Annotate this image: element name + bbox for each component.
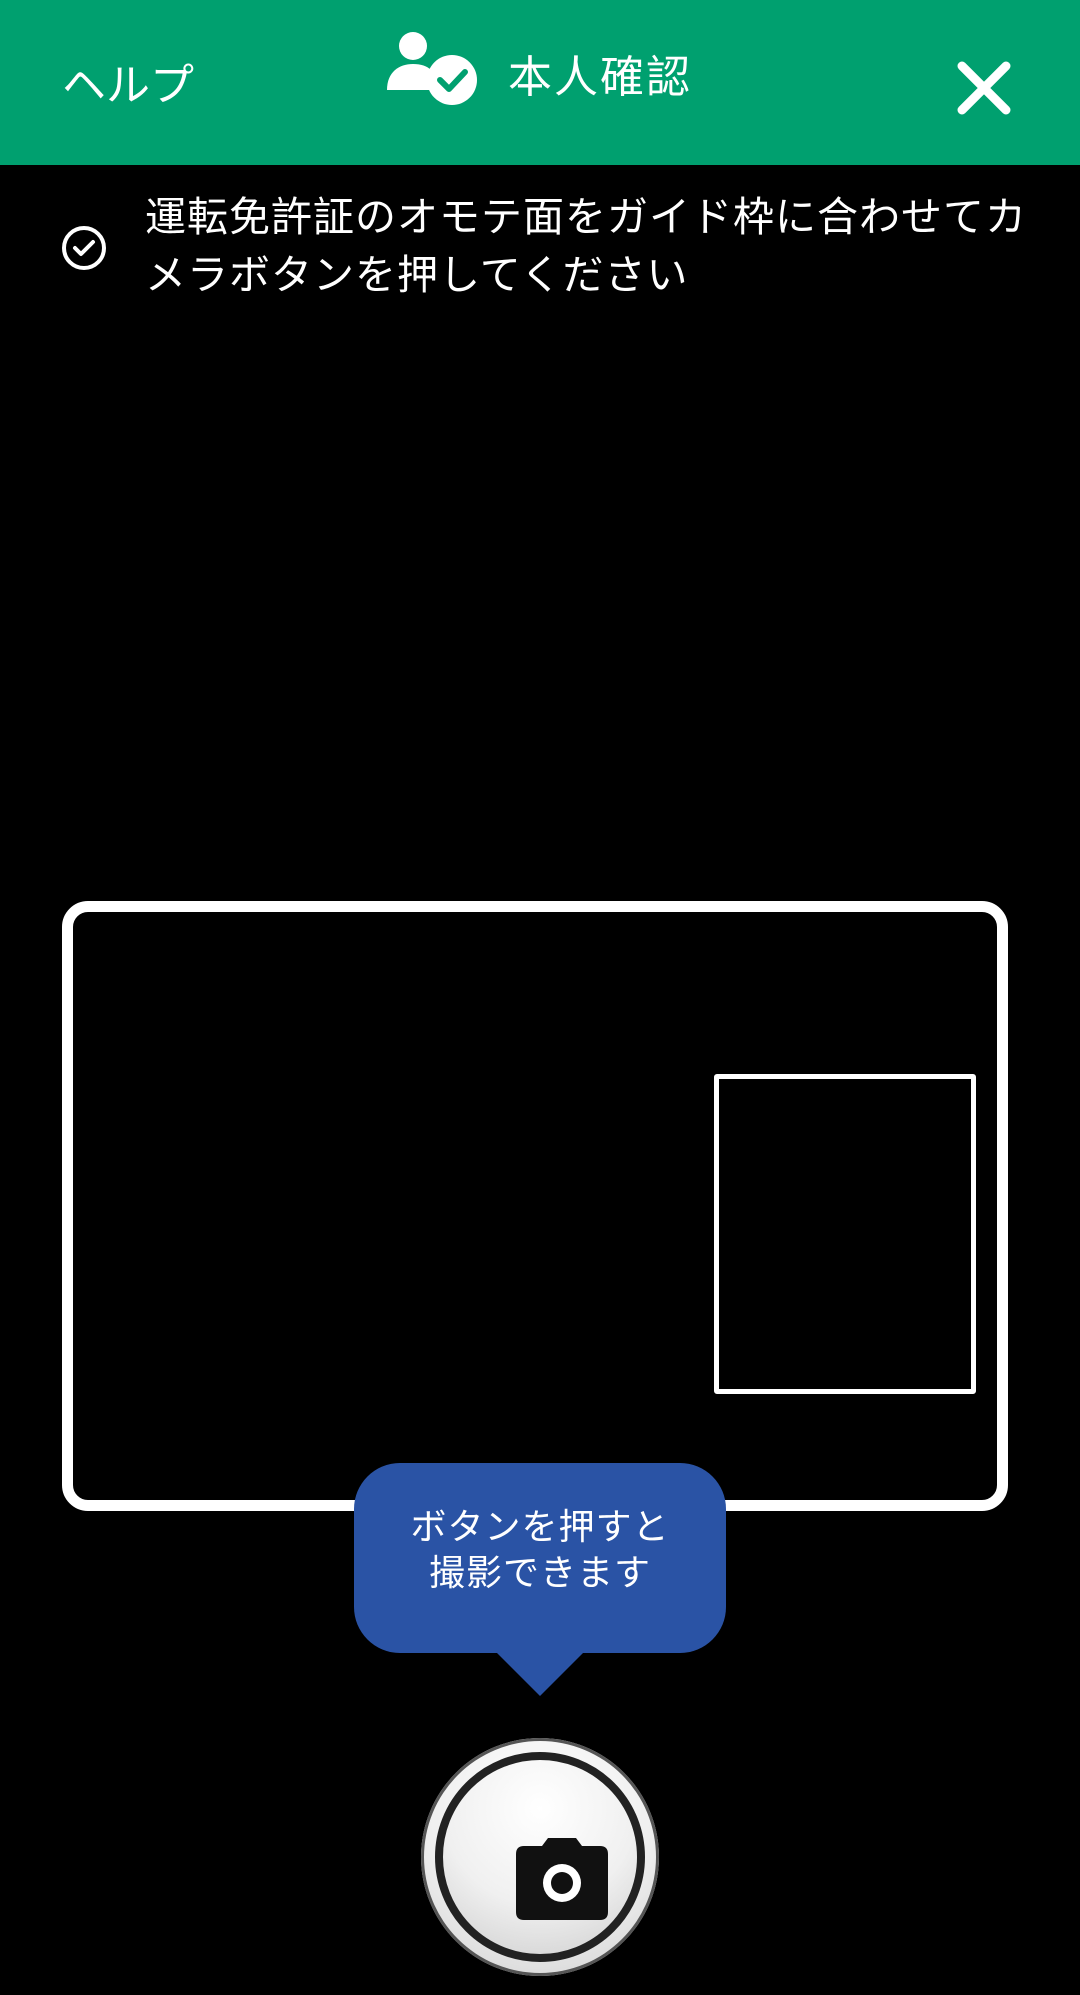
tooltip-line-2: 撮影できます — [428, 1553, 651, 1594]
camera-icon — [516, 1838, 608, 1920]
tooltip-arrow — [495, 1651, 585, 1696]
header-bar: ヘルプ 本人確認 — [0, 0, 1080, 165]
shutter-ring — [435, 1752, 645, 1962]
instruction-message: 運転免許証のオモテ面をガイド枠に合わせてカ メラボタンを押してください — [60, 188, 1050, 318]
tooltip-line-1: ボタンを押すと — [410, 1507, 670, 1548]
shutter-button[interactable] — [421, 1738, 659, 1976]
instruction-line-1: 運転免許証のオモテ面をガイド枠に合わせてカ — [145, 193, 1027, 241]
shutter-tooltip: ボタンを押すと 撮影できます — [354, 1463, 726, 1653]
page-title: 本人確認 — [508, 52, 692, 103]
instruction-text: 運転免許証のオモテ面をガイド枠に合わせてカ メラボタンを押してください — [145, 188, 1045, 304]
close-icon[interactable] — [956, 60, 1012, 116]
instruction-line-2: メラボタンを押してください — [145, 251, 689, 299]
person-check-icon — [387, 32, 477, 105]
check-circle-icon — [62, 226, 106, 270]
photo-guide-frame — [714, 1074, 976, 1394]
help-link[interactable]: ヘルプ — [62, 58, 194, 114]
